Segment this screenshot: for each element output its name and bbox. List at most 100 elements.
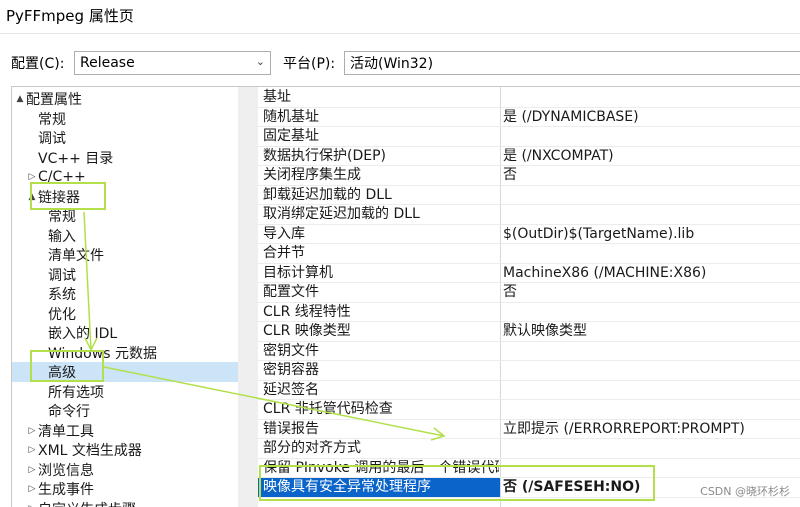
property-grid[interactable]: 基址 随机基址 是 (/DYNAMICBASE) 固定基址 数据执行保护(DEP)… — [238, 86, 800, 507]
property-name: 随机基址 — [263, 108, 319, 125]
tree-item-label: 嵌入的 IDL — [48, 326, 118, 342]
title-separator — [0, 33, 800, 34]
tree-item-manifest-tool[interactable]: ▷ 清单工具 — [12, 421, 250, 441]
tree-item-linker-optimization[interactable]: 优化 — [12, 304, 250, 324]
property-name: 部分的对齐方式 — [263, 440, 361, 456]
property-value: 是 (/NXCOMPAT) — [503, 147, 614, 164]
property-name: CLR 线程特性 — [263, 303, 351, 320]
property-value: 否 — [503, 167, 517, 183]
tree-item-label: 配置属性 — [26, 92, 82, 108]
expand-arrow-icon[interactable]: ▷ — [26, 484, 38, 494]
grid-gutter — [238, 87, 258, 507]
property-value: 是 (/DYNAMICBASE) — [503, 108, 639, 125]
tree-item-custom-build-step[interactable]: ▷ 自定义生成步骤 — [12, 499, 250, 507]
tree-item-label: 浏览信息 — [38, 462, 94, 479]
property-value: $(OutDir)$(TargetName).lib — [503, 225, 695, 242]
tree-item-label: 调试 — [48, 267, 76, 284]
property-name: 密钥容器 — [263, 362, 319, 378]
expand-arrow-icon[interactable]: ▷ — [26, 465, 38, 475]
property-name: 取消绑定延迟加载的 DLL — [263, 206, 420, 222]
collapse-arrow-icon[interactable]: ▲ — [14, 94, 26, 104]
property-name: CLR 映像类型 — [263, 323, 351, 339]
tree-item-xml-doc-generator[interactable]: ▷ XML 文档生成器 — [12, 440, 250, 460]
watermark: CSDN @晓环杉杉 — [700, 485, 790, 498]
property-row-error-reporting[interactable]: 错误报告 立即提示 (/ERRORREPORT:PROMPT) — [258, 420, 800, 439]
tree-item-label: 所有选项 — [48, 384, 104, 401]
tree-item-linker-system[interactable]: 系统 — [12, 284, 250, 304]
annotation-box-advanced — [30, 350, 104, 382]
property-name: 目标计算机 — [263, 264, 333, 281]
tree-item-linker-embedded-idl[interactable]: 嵌入的 IDL — [12, 323, 250, 343]
property-row-nobind-delay-dll[interactable]: 取消绑定延迟加载的 DLL — [258, 205, 800, 225]
property-row-clr-thread[interactable]: CLR 线程特性 — [258, 303, 800, 322]
tree-item-general[interactable]: 常规 — [12, 109, 250, 129]
tree-item-debugging[interactable]: 调试 — [12, 128, 250, 148]
tree-item-browse-info[interactable]: ▷ 浏览信息 — [12, 460, 250, 480]
property-row-import-library[interactable]: 导入库 $(OutDir)$(TargetName).lib — [258, 225, 800, 244]
property-name: 关闭程序集生成 — [263, 167, 361, 183]
expand-arrow-icon[interactable]: ▷ — [26, 172, 38, 182]
tree-item-build-events[interactable]: ▷ 生成事件 — [12, 479, 250, 499]
annotation-box-safeseh — [259, 465, 655, 501]
property-row-unload-delay-dll[interactable]: 卸载延迟加载的 DLL — [258, 186, 800, 205]
tree-item-label: 系统 — [48, 287, 76, 303]
property-name: 数据执行保护(DEP) — [263, 147, 386, 164]
platform-select[interactable]: 活动(Win32) — [344, 51, 800, 75]
tree-item-label: 生成事件 — [38, 482, 94, 498]
property-row-key-container[interactable]: 密钥容器 — [258, 361, 800, 381]
tree-item-label: 调试 — [38, 131, 66, 147]
property-name: 错误报告 — [263, 420, 319, 437]
chevron-down-icon: ⌄ — [255, 55, 265, 68]
tree-item-linker-input[interactable]: 输入 — [12, 226, 250, 246]
tree-item-linker-all-options[interactable]: 所有选项 — [12, 382, 250, 402]
property-name: 合并节 — [263, 245, 305, 261]
property-row-profile[interactable]: 配置文件 否 — [258, 283, 800, 303]
tree-item-linker-debugging[interactable]: 调试 — [12, 265, 250, 285]
property-name: 配置文件 — [263, 284, 319, 300]
property-value: 默认映像类型 — [503, 323, 587, 339]
property-name: 密钥文件 — [263, 342, 319, 359]
expand-arrow-icon[interactable]: ▷ — [26, 504, 38, 507]
property-row-merge-sections[interactable]: 合并节 — [258, 244, 800, 264]
property-row-target-machine[interactable]: 目标计算机 MachineX86 (/MACHINE:X86) — [258, 264, 800, 283]
property-row-base-address[interactable]: 基址 — [258, 88, 800, 108]
property-row-key-file[interactable]: 密钥文件 — [258, 342, 800, 361]
tree-item-linker-command-line[interactable]: 命令行 — [12, 401, 250, 421]
platform-label-row: 平台(P): — [283, 51, 335, 75]
tree-item-label: 自定义生成步骤 — [38, 499, 136, 507]
tree-item-label: 输入 — [48, 228, 76, 245]
property-value: 立即提示 (/ERRORREPORT:PROMPT) — [503, 420, 745, 437]
tree-item-label: VC++ 目录 — [38, 150, 114, 167]
window-title: PyFFmpeg 属性页 — [6, 7, 134, 25]
property-name: 导入库 — [263, 225, 305, 242]
property-row-clr-unmanaged-check[interactable]: CLR 非托管代码检查 — [258, 400, 800, 420]
tree-item-label: 常规 — [38, 111, 66, 128]
configuration-select[interactable]: Release ⌄ — [74, 51, 271, 75]
property-row-delay-sign[interactable]: 延迟签名 — [258, 381, 800, 400]
property-row-turn-off-assembly[interactable]: 关闭程序集生成 否 — [258, 166, 800, 186]
tree-item-config-properties[interactable]: ▲ 配置属性 — [12, 89, 250, 109]
property-name: CLR 非托管代码检查 — [263, 401, 393, 417]
tree-item-label: 优化 — [48, 306, 76, 323]
property-value: 否 — [503, 284, 517, 300]
tree-item-linker-manifest[interactable]: 清单文件 — [12, 245, 250, 265]
property-row-clr-image-type[interactable]: CLR 映像类型 默认映像类型 — [258, 322, 800, 342]
property-name: 基址 — [263, 89, 291, 105]
tree-item-label: 清单文件 — [48, 248, 104, 264]
property-row-dep[interactable]: 数据执行保护(DEP) 是 (/NXCOMPAT) — [258, 147, 800, 166]
configuration-value: Release — [80, 55, 135, 71]
property-row-section-alignment[interactable]: 部分的对齐方式 — [258, 439, 800, 459]
tree-item-vc-directories[interactable]: VC++ 目录 — [12, 148, 250, 168]
expand-arrow-icon[interactable]: ▷ — [26, 426, 38, 436]
tree-item-label: XML 文档生成器 — [38, 443, 142, 459]
expand-arrow-icon[interactable]: ▷ — [26, 445, 38, 455]
annotation-box-linker — [30, 182, 106, 210]
property-row-fixed-base[interactable]: 固定基址 — [258, 127, 800, 147]
property-tree[interactable]: ▲ 配置属性 常规 调试 VC++ 目录 ▷ C/C++ ▲ 链接器 常规 输入… — [11, 86, 251, 507]
property-row-random-base[interactable]: 随机基址 是 (/DYNAMICBASE) — [258, 108, 800, 127]
property-name: 固定基址 — [263, 128, 319, 144]
property-name: 卸载延迟加载的 DLL — [263, 186, 392, 203]
platform-value: 活动(Win32) — [350, 56, 434, 72]
platform-label: 平台(P): — [283, 56, 336, 72]
configuration-label: 配置(C): — [11, 56, 65, 72]
